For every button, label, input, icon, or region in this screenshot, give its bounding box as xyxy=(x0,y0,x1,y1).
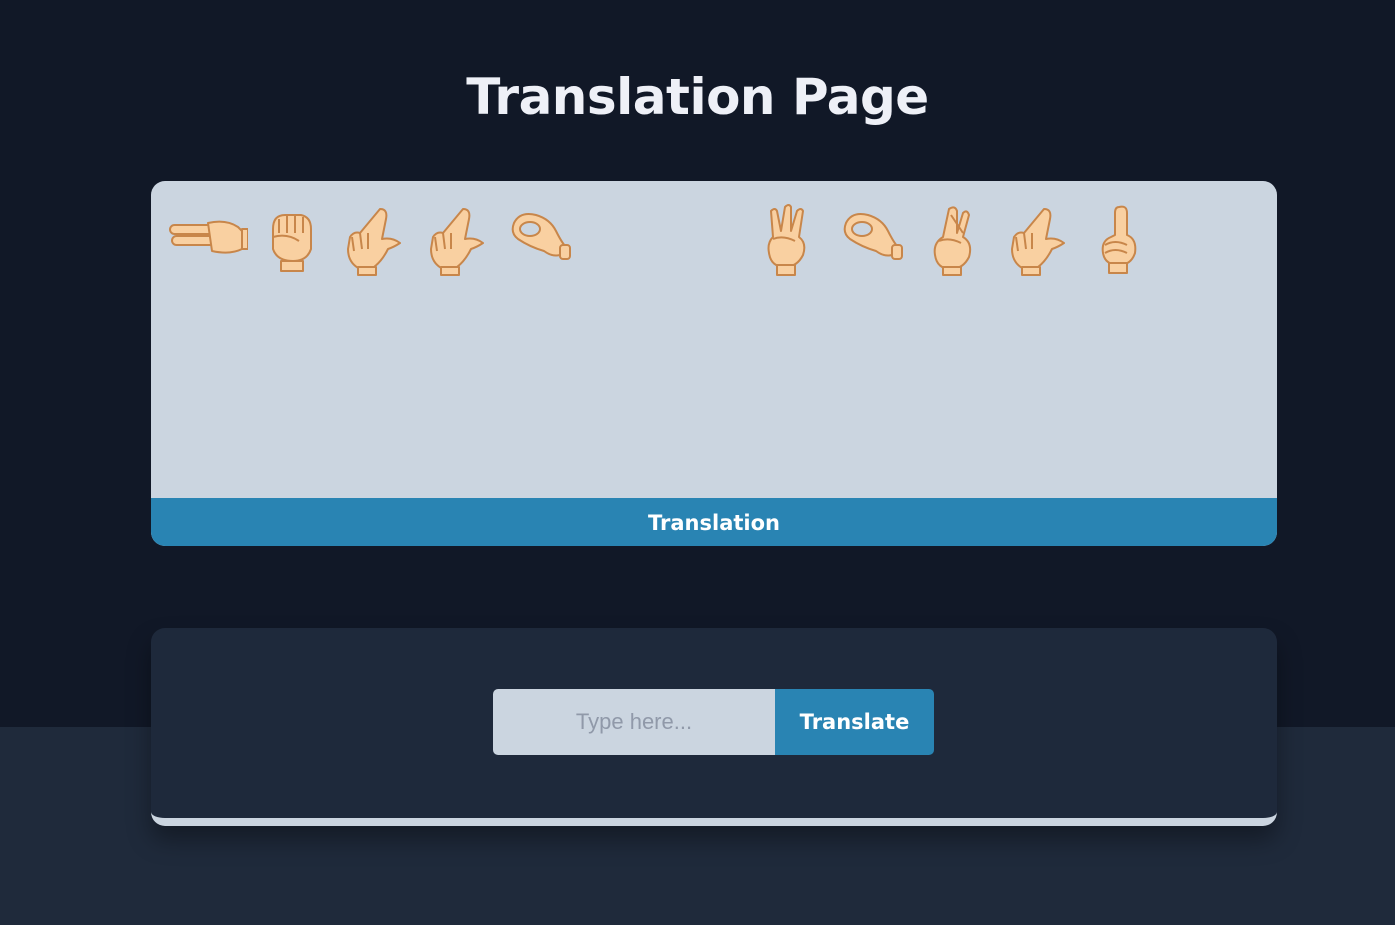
translation-label: Translation xyxy=(151,498,1277,546)
sign-l-icon xyxy=(417,203,497,279)
sign-output-card: Translation xyxy=(151,181,1277,546)
sign-r-icon xyxy=(915,203,995,279)
sign-o-icon xyxy=(832,203,912,279)
translate-form: Translate xyxy=(493,689,934,755)
sign-w-icon xyxy=(749,203,829,279)
page-title: Translation Page xyxy=(466,68,929,126)
text-input[interactable] xyxy=(493,689,775,755)
sign-l-icon xyxy=(998,203,1078,279)
sign-h-icon xyxy=(251,203,331,279)
sign-d-icon xyxy=(1081,203,1161,279)
sign-sequence xyxy=(151,181,1277,281)
sign-l-icon xyxy=(334,203,414,279)
input-card: Translate xyxy=(151,628,1277,826)
sign-o-icon xyxy=(500,203,580,279)
translate-button[interactable]: Translate xyxy=(775,689,934,755)
sign-t-icon xyxy=(168,203,248,279)
